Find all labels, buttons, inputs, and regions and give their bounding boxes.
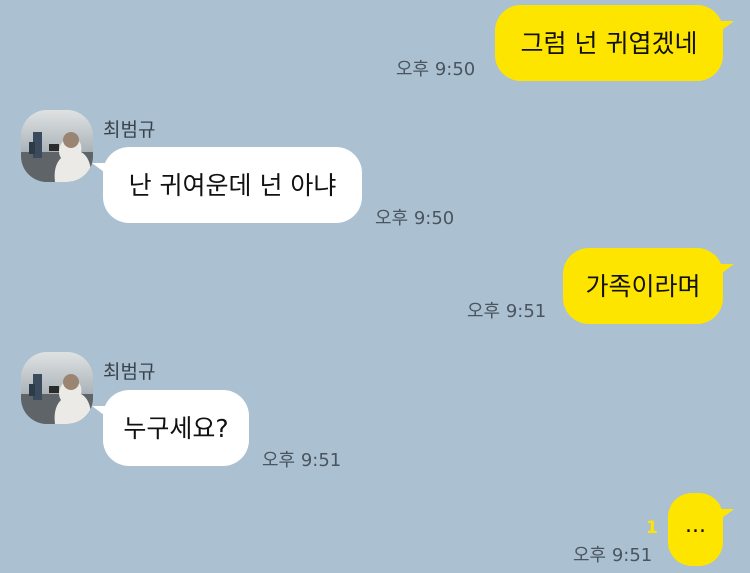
message-text: 가족이라며 [585,271,701,301]
sender-name: 최범규 [103,361,156,383]
message-text: ... [685,512,706,538]
message-text: 난 귀여운데 넌 아냐 [128,170,337,200]
message-time: 오후 9:51 [467,301,547,322]
message-bubble-outgoing[interactable]: 가족이라며 [563,248,734,324]
message-bubble-incoming[interactable]: 누구세요? [92,390,249,466]
message-text: 그럼 넌 귀엽겠네 [520,28,698,58]
message-time: 오후 9:50 [396,59,476,80]
message-time: 오후 9:51 [573,545,653,566]
message-bubble-incoming[interactable]: 난 귀여운데 넌 아냐 [92,147,362,223]
sender-name: 최범규 [103,119,156,141]
profile-avatar[interactable] [21,352,93,424]
unread-count-badge: 1 [646,518,658,538]
profile-photo-icon [21,352,93,424]
chat-room: 그럼 넌 귀엽겠네 오후 9:50 최범규 난 귀여운데 넌 아냐 오후 9:5… [0,0,750,573]
profile-photo-icon [21,110,93,182]
message-bubble-outgoing[interactable]: ... [668,493,734,566]
message-time: 오후 9:50 [375,208,455,229]
profile-avatar[interactable] [21,110,93,182]
message-bubble-outgoing[interactable]: 그럼 넌 귀엽겠네 [495,5,734,81]
message-time: 오후 9:51 [262,450,342,471]
message-text: 누구세요? [123,413,229,443]
